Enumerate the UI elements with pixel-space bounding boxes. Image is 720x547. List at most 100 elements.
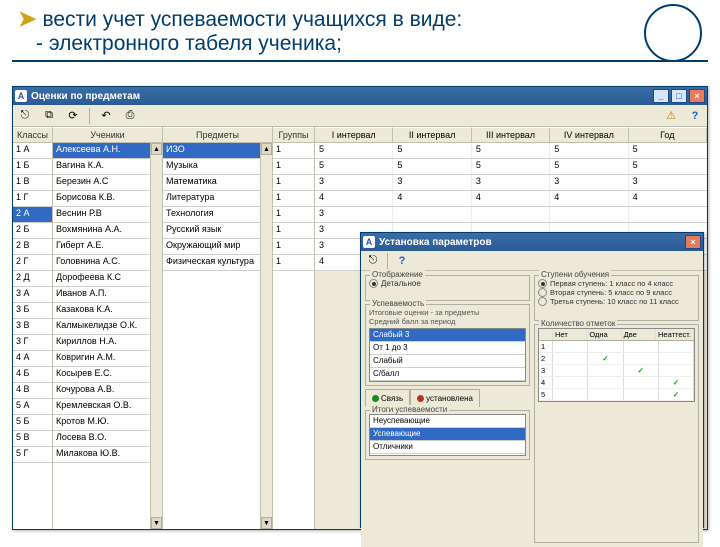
list-item[interactable]: 3 А [13,287,52,303]
list-item[interactable]: Кротов М.Ю. [53,415,162,431]
list-item[interactable]: Неуспевающие [370,415,525,428]
list-item[interactable]: Кочурова А.В. [53,383,162,399]
col-i2-header[interactable]: II интервал [393,127,471,143]
scroll-down-icon[interactable]: ▼ [151,517,162,529]
list-item[interactable]: 1 [273,191,314,207]
grade-row[interactable]: 44444 [315,191,707,207]
list-item[interactable]: Музыка [163,159,272,175]
minimize-button[interactable]: _ [653,89,669,103]
list-item[interactable]: Алексеева А.Н. [53,143,162,159]
qty-h-one[interactable]: Одна [587,329,621,340]
col-classes-header[interactable]: Классы [13,127,52,143]
qty-h-na[interactable]: Неаттест. [656,329,694,340]
exit-icon[interactable]: ⎋ [365,253,381,269]
list-item[interactable]: 4 В [13,383,52,399]
print-icon[interactable]: ⎙ [122,108,138,124]
col-year-header[interactable]: Год [629,127,707,143]
list-item[interactable]: Лосева В.О. [53,431,162,447]
list-item[interactable]: 5 Б [13,415,52,431]
list-item[interactable]: 5 Г [13,447,52,463]
study-radio[interactable] [538,297,547,306]
list-item[interactable]: Ковригин А.М. [53,351,162,367]
list-item[interactable]: 3 В [13,319,52,335]
list-item[interactable]: 5 В [13,431,52,447]
list-item[interactable]: Калмыкелидзе О.К. [53,319,162,335]
qty-row[interactable]: 5✓ [539,389,694,401]
list-item[interactable]: 2 Д [13,271,52,287]
refresh-icon[interactable]: ⟳ [65,108,81,124]
list-item[interactable]: Казакова К.А. [53,303,162,319]
list-item[interactable]: Иванов А.П. [53,287,162,303]
info-icon[interactable]: ⚠ [663,108,679,124]
list-item[interactable]: Гиберт А.Е. [53,239,162,255]
list-item[interactable]: Кремлевская О.В. [53,399,162,415]
col-i1-header[interactable]: I интервал [315,127,393,143]
study-radio[interactable] [538,279,547,288]
list-item[interactable]: Физическая культура [163,255,272,271]
list-item[interactable]: Березин А.С [53,175,162,191]
dialog-titlebar[interactable]: А Установка параметров × [361,233,703,251]
qty-row[interactable]: 2✓ [539,353,694,365]
help-icon[interactable]: ? [394,253,410,269]
list-item[interactable]: Технология [163,207,272,223]
list-item[interactable]: 2 В [13,239,52,255]
list-item[interactable]: 2 Г [13,255,52,271]
list-item[interactable]: 3 Б [13,303,52,319]
close-button[interactable]: × [689,89,705,103]
undo-icon[interactable]: ↶ [98,108,114,124]
list-item[interactable]: С/балл [370,368,525,381]
list-item[interactable]: Дорофеева К.С [53,271,162,287]
list-item[interactable]: 1 В [13,175,52,191]
scroll-down-icon[interactable]: ▼ [261,517,272,529]
list-item[interactable]: 1 [273,159,314,175]
help-icon[interactable]: ? [687,108,703,124]
qty-row[interactable]: 3✓ [539,365,694,377]
list-item[interactable]: Вагина К.А. [53,159,162,175]
grade-row[interactable]: 55555 [315,143,707,159]
list-item[interactable]: 1 [273,207,314,223]
list-item[interactable]: 1 А [13,143,52,159]
list-item[interactable]: Веснин Р.В [53,207,162,223]
list-item[interactable]: 3 Г [13,335,52,351]
study-radio[interactable] [538,288,547,297]
list-item[interactable]: 1 [273,223,314,239]
list-item[interactable]: Математика [163,175,272,191]
list-item[interactable]: От 1 до 3 [370,342,525,355]
scroll-up-icon[interactable]: ▲ [261,143,272,155]
list-item[interactable]: Милакова Ю.В. [53,447,162,463]
scroll-up-icon[interactable]: ▲ [151,143,162,155]
qty-row[interactable]: 1 [539,341,694,353]
list-item[interactable]: Литература [163,191,272,207]
list-item[interactable]: 1 Б [13,159,52,175]
list-item[interactable]: 1 [273,255,314,271]
list-item[interactable]: 1 [273,143,314,159]
dialog-close-button[interactable]: × [685,235,701,249]
exit-icon[interactable]: ⎋ [17,108,33,124]
maximize-button[interactable]: □ [671,89,687,103]
col-groups-header[interactable]: Группы [273,127,314,143]
students-scrollbar[interactable]: ▲ ▼ [150,143,162,529]
list-item[interactable]: Слабый [370,355,525,368]
list-item[interactable]: Окружающий мир [163,239,272,255]
list-item[interactable]: 1 Г [13,191,52,207]
titlebar[interactable]: А Оценки по предметам _ □ × [13,87,707,105]
list-item[interactable]: Успевающие [370,428,525,441]
subjects-scrollbar[interactable]: ▲ ▼ [260,143,272,529]
list-item[interactable]: 2 Б [13,223,52,239]
list-item[interactable]: 4 Б [13,367,52,383]
list-item[interactable]: Русский язык [163,223,272,239]
col-i4-header[interactable]: IV интервал [550,127,628,143]
list-item[interactable]: Борисова К.В. [53,191,162,207]
list-item[interactable]: Отличники [370,441,525,454]
copy-icon[interactable]: ⧉ [41,108,57,124]
grade-row[interactable]: 33333 [315,175,707,191]
list-item[interactable]: 1 [273,175,314,191]
list-item[interactable]: 2 А [13,207,52,223]
qty-row[interactable]: 4✓ [539,377,694,389]
grade-row[interactable]: 3 [315,207,707,223]
list-item[interactable]: 1 [273,239,314,255]
qty-h-none[interactable]: Нет [553,329,587,340]
display-radio[interactable] [369,279,378,288]
col-subjects-header[interactable]: Предметы [163,127,272,143]
col-students-header[interactable]: Ученики [53,127,162,143]
